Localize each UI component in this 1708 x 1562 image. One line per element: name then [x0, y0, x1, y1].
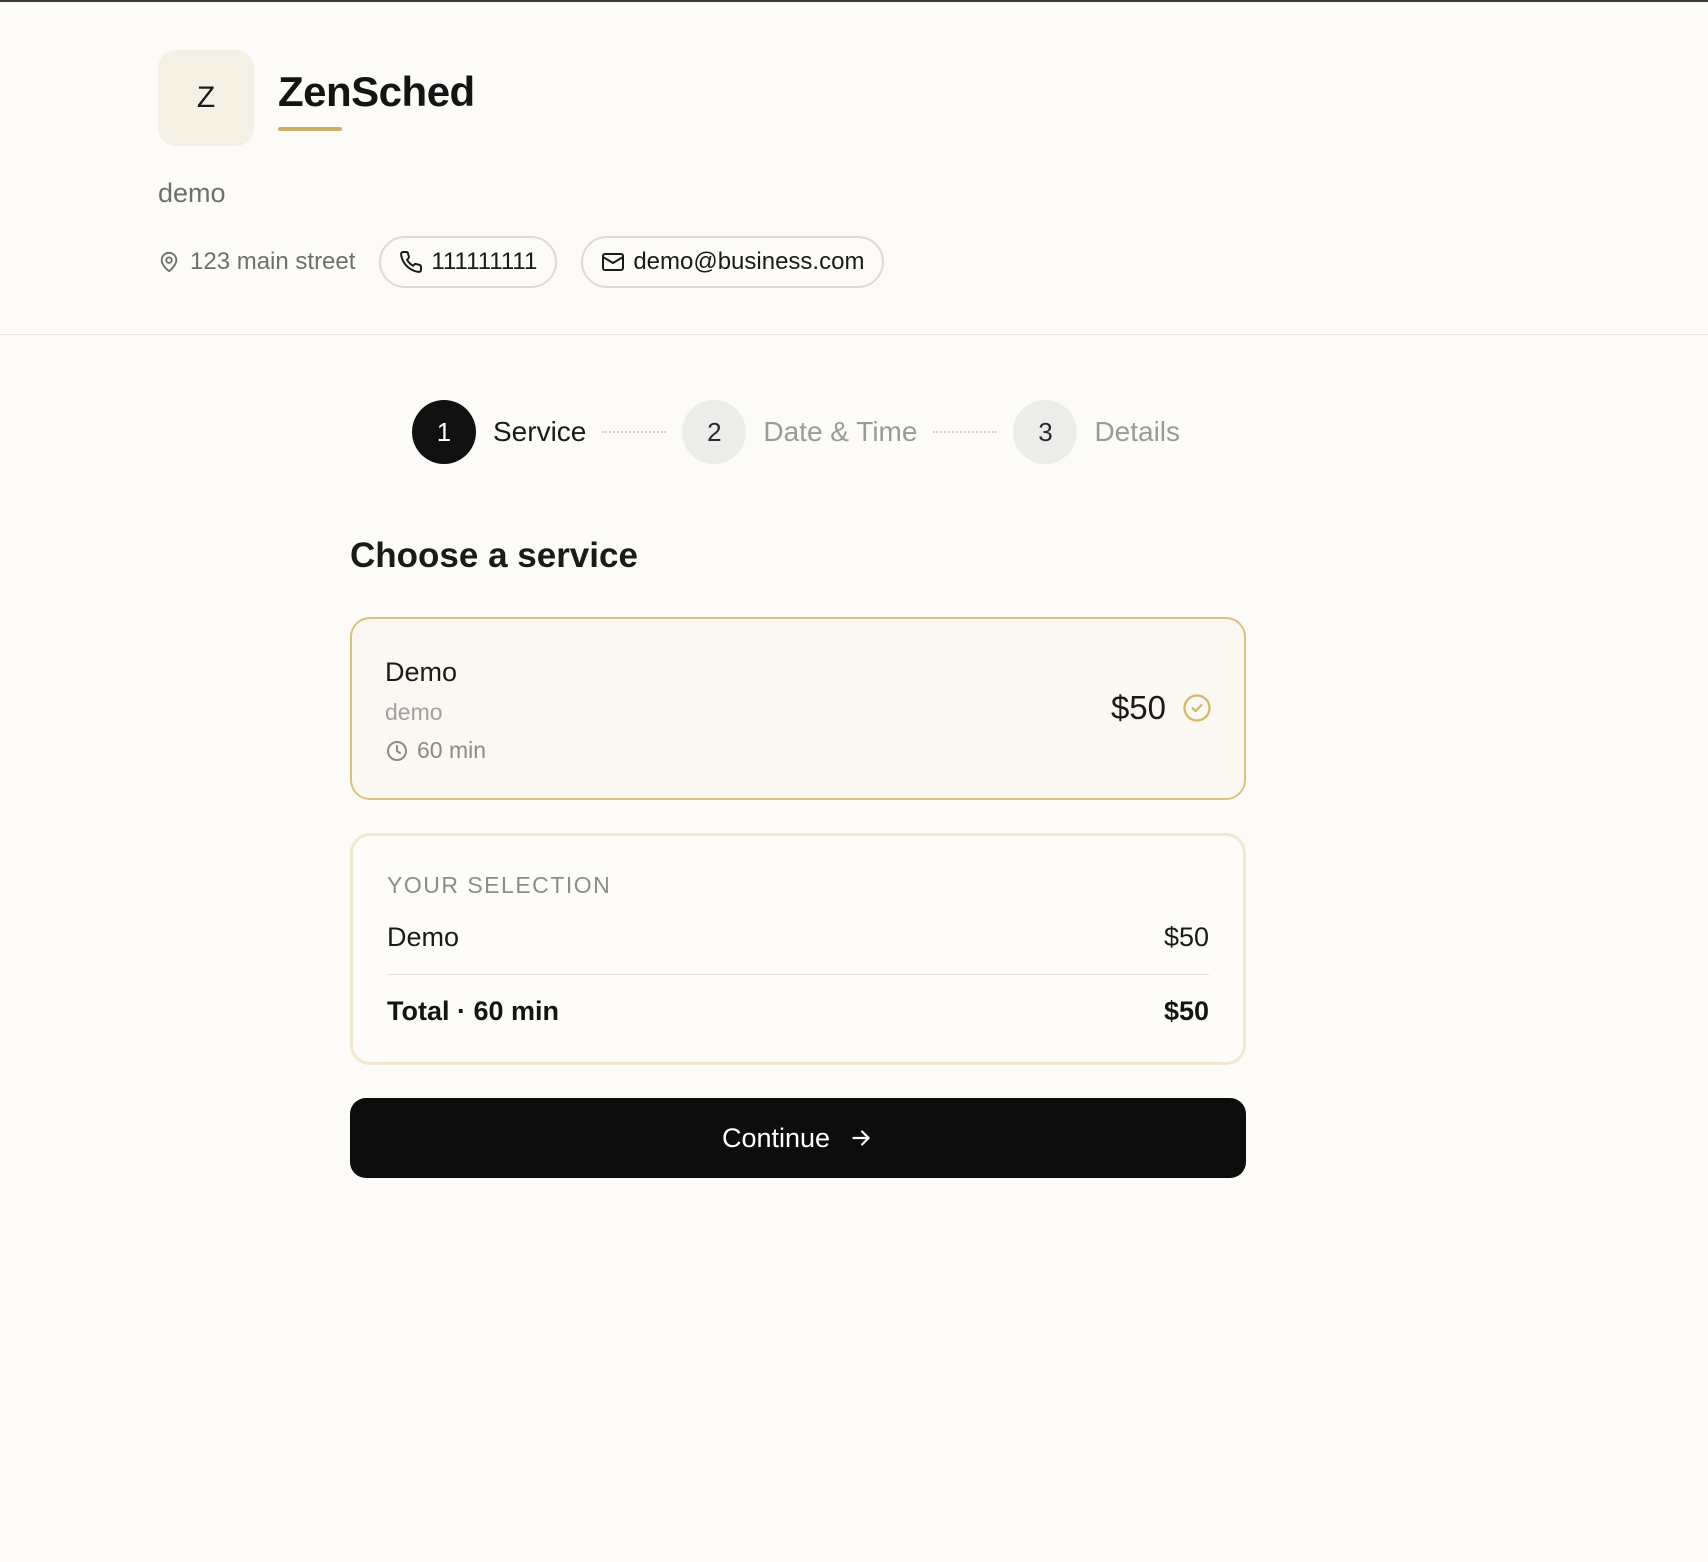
address-text: 123 main street	[190, 248, 356, 275]
booking-stepper: 1 Service 2 Date & Time 3 Details	[412, 400, 1180, 464]
contact-row: 123 main street 111111111 demo@business.…	[158, 236, 908, 288]
continue-button[interactable]: Continue	[350, 1098, 1246, 1178]
summary-item-name: Demo	[387, 922, 460, 952]
step-number: 1	[412, 400, 476, 464]
service-price: $50	[1110, 689, 1166, 726]
logo-letter: Z	[196, 81, 216, 114]
step-label: Service	[493, 416, 587, 447]
summary-item-price: $50	[1163, 922, 1209, 952]
email-link[interactable]: demo@business.com	[581, 236, 885, 288]
duration-text: 60 min	[417, 737, 487, 763]
check-circle-icon	[1183, 694, 1211, 722]
step-details[interactable]: 3 Details	[1013, 400, 1180, 464]
business-address: 123 main street	[158, 248, 355, 276]
business-tagline: demo	[158, 178, 226, 208]
summary-divider	[387, 974, 1209, 975]
business-header: Z ZenSched demo 123 main street 11111111…	[0, 2, 1708, 335]
phone-icon	[400, 250, 423, 273]
mail-icon	[602, 253, 625, 271]
clock-icon	[387, 740, 407, 761]
summary-total-row: Total · 60 min $50	[387, 996, 1209, 1027]
continue-label: Continue	[721, 1122, 831, 1153]
map-pin-icon	[160, 251, 178, 273]
brand-underline	[278, 127, 342, 131]
summary-item-row: Demo $50	[387, 922, 1209, 953]
step-service[interactable]: 1 Service	[412, 400, 586, 464]
step-date-time[interactable]: 2 Date & Time	[682, 400, 917, 464]
selection-summary: YOUR SELECTION Demo $50 Total · 60 min $…	[350, 833, 1246, 1065]
business-name: ZenSched	[278, 68, 475, 115]
step-label: Details	[1094, 416, 1181, 447]
business-logo: Z	[158, 50, 254, 146]
page-title: Choose a service	[350, 536, 638, 575]
summary-heading: YOUR SELECTION	[387, 872, 612, 898]
step-label: Date & Time	[763, 416, 918, 447]
service-name: Demo	[385, 657, 458, 687]
phone-link[interactable]: 111111111	[379, 236, 558, 288]
step-connector	[602, 431, 667, 433]
service-price-area: $50	[1111, 689, 1212, 727]
service-duration: 60 min	[385, 737, 486, 764]
step-number: 2	[682, 400, 747, 464]
summary-total-label: Total · 60 min	[387, 996, 560, 1026]
step-number: 3	[1013, 400, 1078, 464]
step-connector	[933, 431, 998, 433]
summary-total-price: $50	[1163, 996, 1209, 1026]
service-option-demo[interactable]: Demo demo 60 min $50	[350, 617, 1246, 800]
service-description: demo	[385, 699, 443, 725]
arrow-right-icon	[852, 1130, 870, 1146]
email-text: demo@business.com	[633, 248, 865, 275]
phone-text: 111111111	[431, 248, 538, 275]
